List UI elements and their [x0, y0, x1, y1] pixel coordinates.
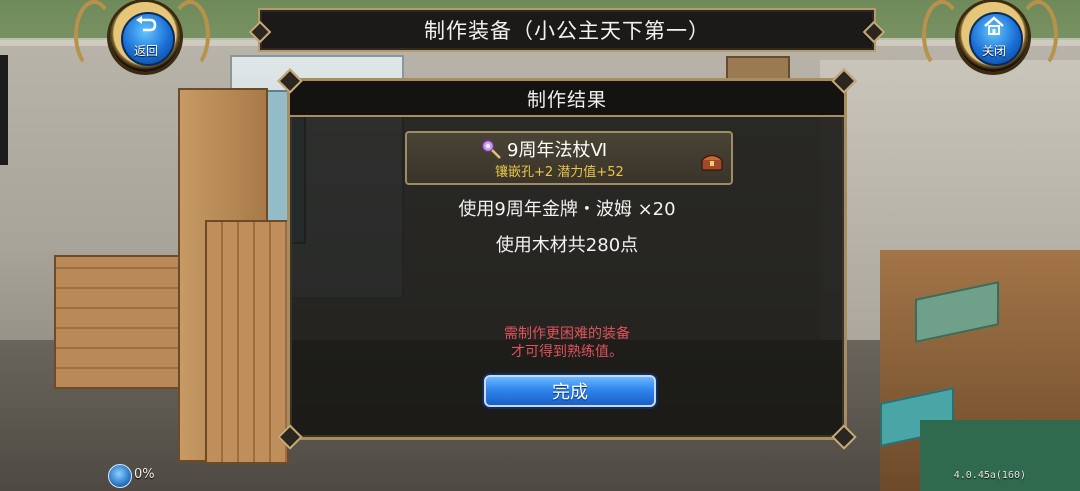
screen-edge-strip — [0, 55, 8, 165]
close-button[interactable]: 关闭 — [922, 0, 1058, 86]
page-title: 制作装备（小公主天下第一） — [424, 19, 710, 43]
hint-line-2: 才可得到熟练值。 — [511, 344, 623, 360]
back-label: 返回 — [133, 44, 158, 58]
crafted-item-card[interactable]: 9周年法杖Ⅵ 镶嵌孔+2 潜力值+52 — [405, 131, 733, 185]
hint-line-1: 需制作更困难的装备 — [504, 326, 630, 342]
item-name: 9周年法杖Ⅵ — [507, 140, 608, 161]
craft-result-dialog: 制作结果 9周年法杖Ⅵ 镶嵌孔+2 潜力值+52 使用9周年金牌・波姆 ×20 … — [277, 68, 857, 450]
title-bar: 制作装备（小公主天下第一） — [248, 8, 886, 52]
staff-icon — [481, 139, 501, 159]
dialog-title: 制作结果 — [526, 88, 607, 111]
back-button[interactable]: 返回 — [74, 0, 210, 86]
treasure-chest-icon[interactable] — [701, 153, 723, 171]
item-stats: 镶嵌孔+2 潜力值+52 — [495, 165, 624, 180]
wooden-panel — [205, 220, 289, 464]
ornament-wing — [922, 0, 962, 70]
sync-percent: 0% — [134, 467, 155, 482]
return-arrow-icon — [121, 16, 171, 39]
sync-status: 0% — [108, 464, 168, 488]
ornament-wing — [74, 0, 114, 70]
sync-icon — [108, 464, 132, 488]
close-label: 关闭 — [981, 44, 1006, 58]
version-label: 4.0.45a(160) — [953, 470, 1026, 481]
house-icon — [969, 16, 1019, 41]
dialog-header: 制作结果 — [290, 81, 844, 117]
wood-usage-text: 使用木材共280点 — [495, 235, 639, 256]
material-usage-text: 使用9周年金牌・波姆 ×20 — [458, 199, 676, 220]
done-button[interactable]: 完成 — [484, 375, 656, 407]
proficiency-hint: 需制作更困难的装备 才可得到熟练值。 — [290, 325, 844, 361]
